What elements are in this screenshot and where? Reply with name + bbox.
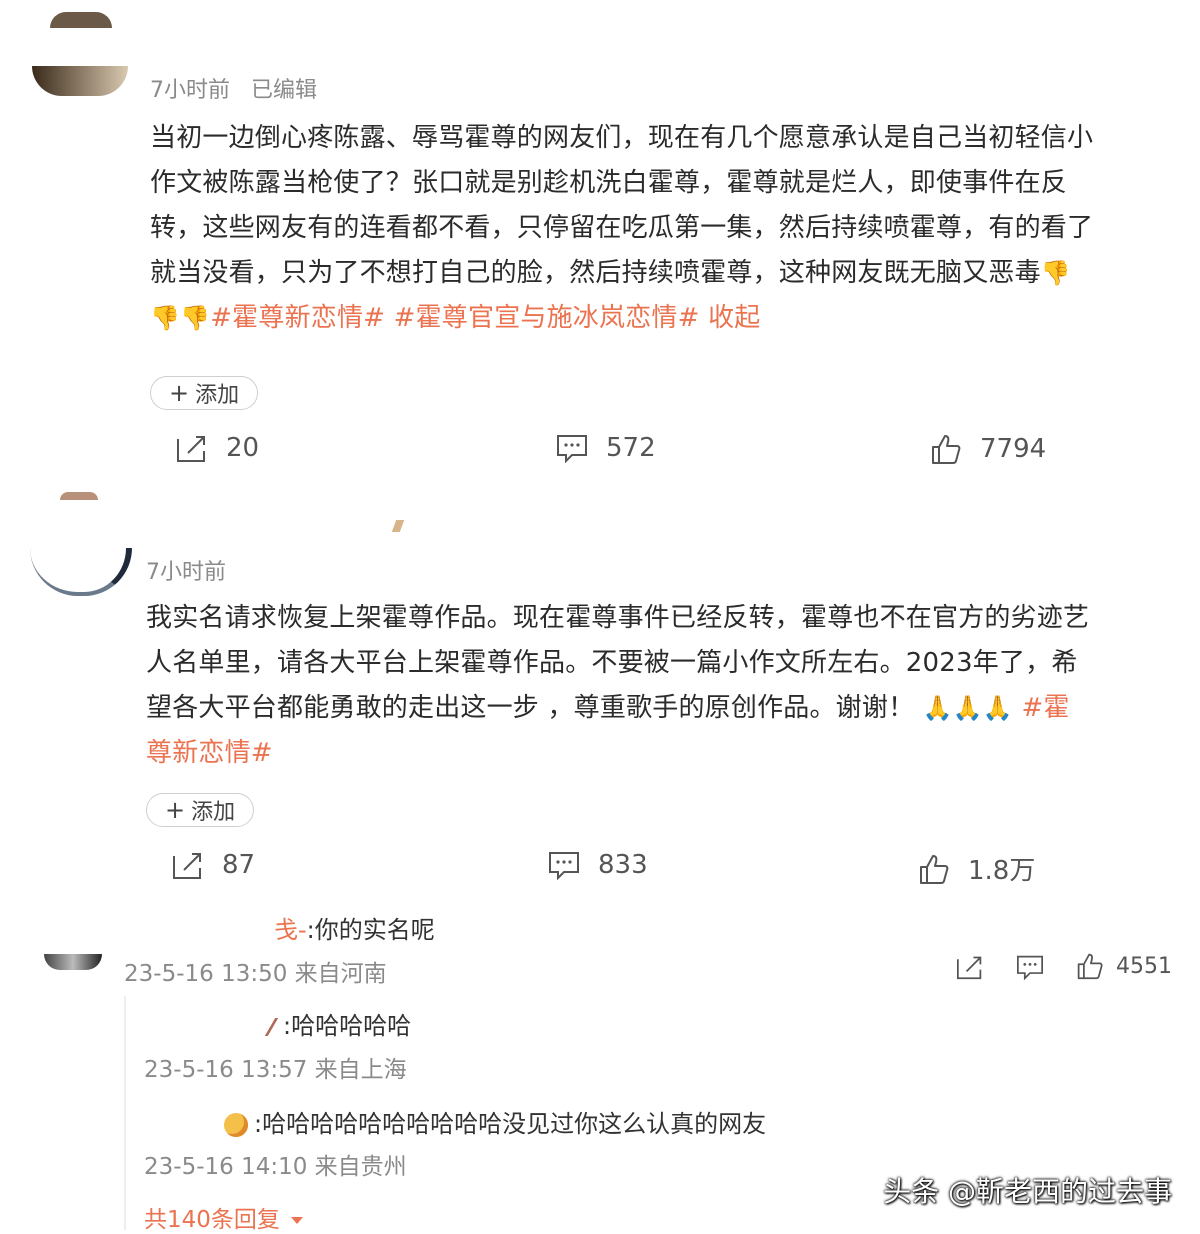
reply-like-count: 4551 [1116, 953, 1172, 979]
hashtag-link[interactable]: 尊新恋情# [146, 738, 273, 768]
like-count: 7794 [980, 434, 1047, 464]
comment-line: 当初一边倒心疼陈露、辱骂霍尊的网友们，现在有几个愿意承认是自己当初轻信小 [150, 123, 1094, 153]
comment-action[interactable]: 833 [548, 850, 648, 880]
watermark: 头条 @靳老西的过去事 [883, 1175, 1172, 1208]
comment-meta: 7小时前 已编辑 [150, 72, 317, 104]
comment-time: 7小时前 [150, 78, 230, 103]
comment-line: 望各大平台都能勇敢的走出这一步 ，尊重歌手的原创作品。谢谢！ 🙏🙏🙏 #霍 [146, 686, 1176, 731]
hashtag-link[interactable]: #霍尊新恋情# #霍尊官宣与施冰岚恋情# [210, 303, 699, 333]
reply-item: 戋-:你的实名呢 [274, 910, 435, 945]
hashtag-link[interactable]: #霍 [1021, 693, 1069, 723]
share-icon [957, 956, 982, 980]
comment-line-text: 望各大平台都能勇敢的走出这一步 ，尊重歌手的原创作品。谢谢！ [146, 693, 915, 723]
like-action[interactable]: 1.8万 [918, 850, 1035, 887]
add-button-label: 添加 [195, 383, 240, 408]
decorative-mark [391, 520, 405, 532]
reply-text: :哈哈哈哈哈哈哈哈哈哈没见过你这么认真的网友 [254, 1110, 767, 1138]
chick-avatar-icon[interactable] [224, 1113, 248, 1137]
reply-username[interactable]: 戋- [274, 916, 307, 944]
comment-line: 作文被陈露当枪使了？张口就是别趁机洗白霍尊，霍尊就是烂人，即使事件在反 [150, 168, 1068, 198]
reply-item: :哈哈哈哈哈 [264, 1006, 412, 1041]
add-button-label: 添加 [191, 800, 236, 825]
share-icon [173, 853, 201, 879]
reply-item: :哈哈哈哈哈哈哈哈哈哈没见过你这么认真的网友 [224, 1104, 766, 1139]
comment-icon [549, 852, 579, 880]
add-button[interactable]: + 添加 [146, 793, 255, 827]
comment-body: 我实名请求恢复上架霍尊作品。现在霍尊事件已经反转，霍尊也不在官方的劣迹艺 人名单… [146, 596, 1176, 776]
comment-line: 尊新恋情# [146, 731, 1176, 776]
comment-count: 572 [606, 433, 656, 463]
like-count: 1.8万 [968, 856, 1036, 886]
comment-line: 我实名请求恢复上架霍尊作品。现在霍尊事件已经反转，霍尊也不在官方的劣迹艺 [146, 603, 1090, 633]
like-action[interactable]: 7794 [930, 433, 1046, 465]
thumbs-up-icon [920, 854, 949, 884]
comment-icon [1017, 955, 1043, 980]
share-icon [177, 436, 205, 462]
thumbs-down-icon: 👎 [180, 304, 211, 332]
comment-time: 7小时前 [146, 560, 226, 585]
comment-line: 人名单里，请各大平台上架霍尊作品。不要被一篇小作文所左右。2023年了，希 [146, 648, 1078, 678]
reply-comment-button[interactable] [1016, 954, 1044, 980]
avatar[interactable] [60, 492, 98, 500]
more-replies-link[interactable]: 共140条回复 [144, 1200, 304, 1234]
comment-icon [557, 435, 587, 463]
repost-action[interactable]: 20 [176, 433, 259, 463]
collapse-link[interactable]: 收起 [708, 303, 760, 333]
repost-action[interactable]: 87 [172, 850, 255, 880]
reply-text: :你的实名呢 [306, 916, 435, 944]
repost-count: 87 [222, 850, 256, 880]
edited-label: 已编辑 [251, 78, 318, 103]
reply-text: :哈哈哈哈哈 [283, 1012, 412, 1040]
reply-like-button[interactable]: 4551 [1076, 952, 1172, 980]
reply-repost-button[interactable] [956, 954, 984, 980]
thumbs-up-icon [932, 435, 961, 464]
comment-action[interactable]: 572 [556, 433, 656, 463]
avatar[interactable] [44, 954, 102, 970]
nested-replies-divider [124, 996, 126, 1230]
more-replies-label: 共140条回复 [144, 1207, 280, 1233]
thumbs-up-icon [1077, 953, 1103, 980]
caret-down-icon [291, 1217, 304, 1224]
reply-meta: 23-5-16 13:57 来自上海 [144, 1057, 407, 1083]
comment-count: 833 [598, 850, 648, 880]
avatar[interactable] [50, 12, 112, 28]
comment-line: 就当没看，只为了不想打自己的脸，然后持续喷霍尊，这种网友既无脑又恶毒👎 [150, 251, 1180, 296]
add-button[interactable]: + 添加 [150, 376, 259, 410]
comment-line: 转，这些网友有的连看都不看，只停留在吃瓜第一集，然后持续喷霍尊，有的看了 [150, 213, 1094, 243]
thumbs-down-icon: 👎 [150, 304, 181, 332]
comment-line: 👎👎#霍尊新恋情# #霍尊官宣与施冰岚恋情# 收起 [150, 296, 1180, 341]
plus-icon: + [169, 379, 190, 407]
reply-meta: 23-5-16 13:50 来自河南 [124, 961, 387, 987]
avatar[interactable] [30, 548, 132, 596]
comment-body: 当初一边倒心疼陈露、辱骂霍尊的网友们，现在有几个愿意承认是自己当初轻信小 作文被… [150, 116, 1180, 341]
plus-icon: + [165, 796, 186, 824]
comment-line-text: 就当没看，只为了不想打自己的脸，然后持续喷霍尊，这种网友既无脑又恶毒 [150, 258, 1041, 288]
praying-hands-icon: 🙏🙏🙏 [922, 694, 1013, 722]
thumbs-down-icon: 👎 [1040, 259, 1071, 287]
repost-count: 20 [226, 433, 260, 463]
reply-meta: 23-5-16 14:10 来自贵州 [144, 1154, 407, 1180]
avatar[interactable] [32, 66, 128, 96]
